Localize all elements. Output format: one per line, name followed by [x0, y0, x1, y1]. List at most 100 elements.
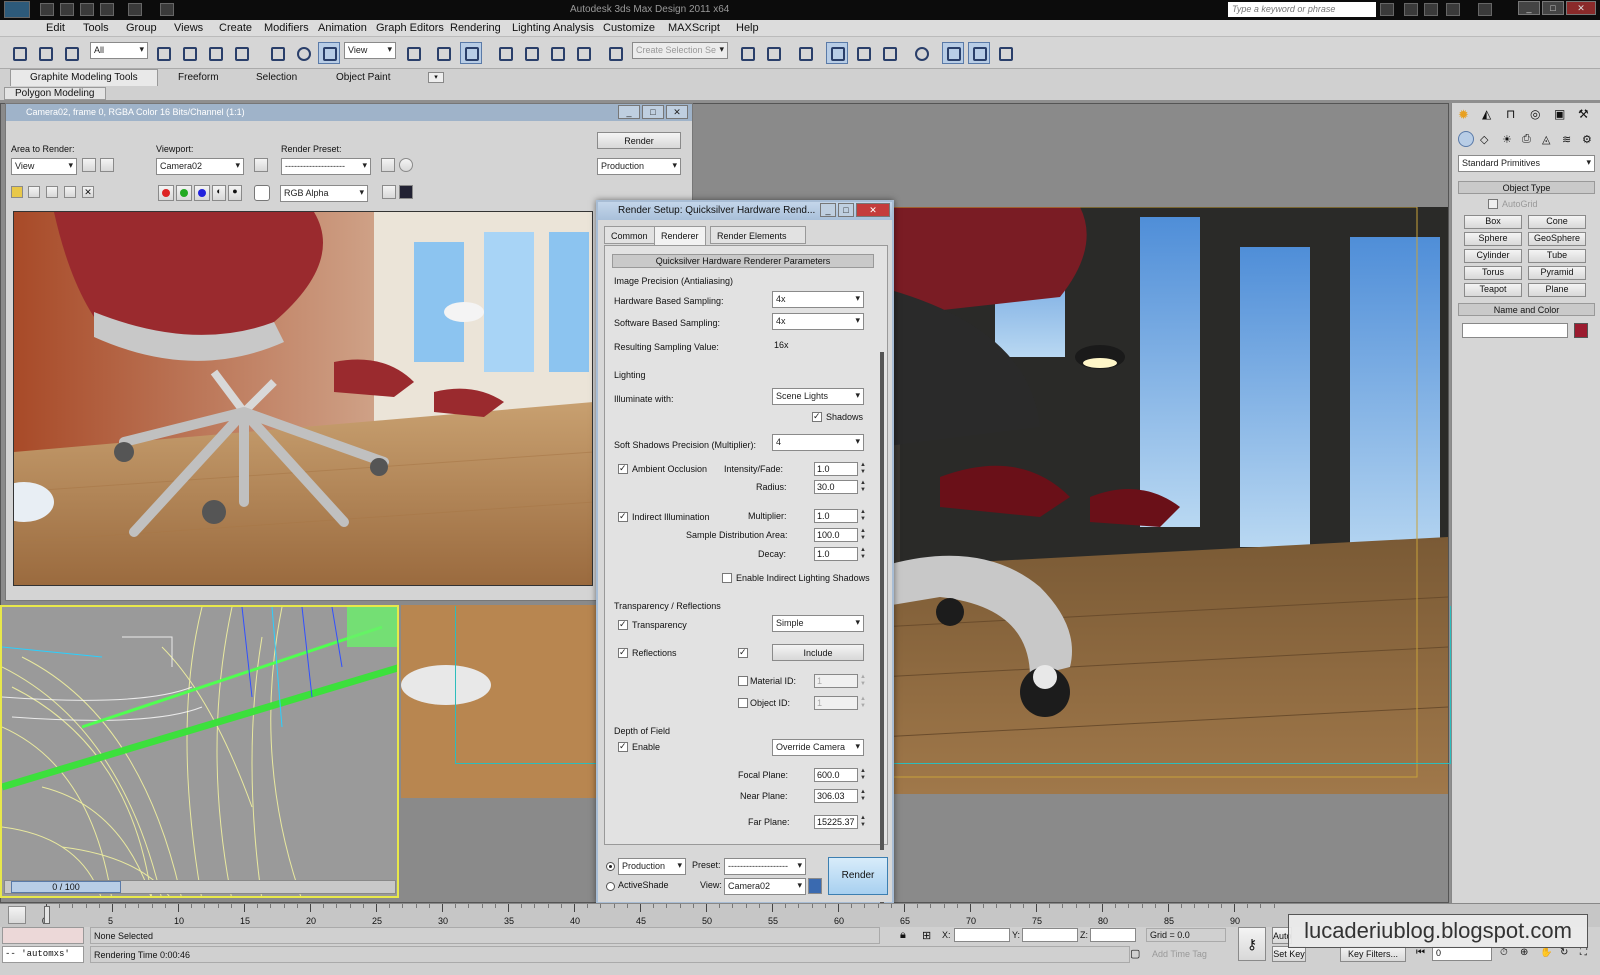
- motion-tab-icon[interactable]: ◎: [1530, 107, 1540, 121]
- helpers-category-icon[interactable]: ◬: [1542, 133, 1550, 146]
- indirect-shadows-checkbox[interactable]: [722, 573, 732, 583]
- focal-plane-input[interactable]: 600.0: [814, 768, 858, 782]
- scale-icon[interactable]: [318, 42, 340, 64]
- absolute-mode-icon[interactable]: ⊞: [922, 929, 931, 942]
- material-id-checkbox[interactable]: [738, 676, 748, 686]
- decay-input[interactable]: 1.0: [814, 547, 858, 561]
- object-color-swatch[interactable]: [1574, 323, 1588, 338]
- print-image-icon[interactable]: [64, 186, 76, 198]
- graphite-toggle-icon[interactable]: [826, 42, 848, 64]
- viewport-dropdown[interactable]: Camera02: [156, 158, 244, 175]
- ribbon-tab-graphite[interactable]: Graphite Modeling Tools: [30, 72, 138, 83]
- reflections-include-checkbox[interactable]: [738, 647, 748, 658]
- background-swatch[interactable]: [254, 185, 270, 201]
- teapot-button[interactable]: Teapot: [1464, 283, 1522, 297]
- rs-close-button[interactable]: ✕: [856, 203, 890, 217]
- redo-icon[interactable]: [128, 3, 142, 16]
- schematic-view-icon[interactable]: [878, 42, 900, 64]
- shapes-category-icon[interactable]: ◇: [1480, 133, 1488, 146]
- sample-area-spinner[interactable]: ▲ ▼: [860, 528, 867, 542]
- add-time-tag[interactable]: Add Time Tag: [1152, 949, 1207, 959]
- align-icon[interactable]: [762, 42, 784, 64]
- rendered-frame-window-icon[interactable]: [968, 42, 990, 64]
- radius-spinner[interactable]: ▲ ▼: [860, 480, 867, 494]
- decay-spinner[interactable]: ▲ ▼: [860, 547, 867, 561]
- menu-tools[interactable]: Tools: [83, 22, 109, 34]
- rotate-icon[interactable]: [292, 42, 314, 64]
- timeline-track[interactable]: 051015202530354045505560657075808590: [42, 904, 1286, 928]
- selection-filter-dropdown[interactable]: All: [90, 42, 148, 59]
- spinner-snap-icon[interactable]: [572, 42, 594, 64]
- autogrid-checkbox[interactable]: [1488, 199, 1498, 209]
- select-manipulate-icon[interactable]: [432, 42, 454, 64]
- y-coordinate-input[interactable]: [1022, 928, 1078, 942]
- tab-render-elements[interactable]: Render Elements: [710, 226, 806, 244]
- modify-tab-icon[interactable]: ◭: [1482, 107, 1491, 121]
- torus-button[interactable]: Torus: [1464, 266, 1522, 280]
- rs-minimize-button[interactable]: _: [820, 203, 836, 217]
- select-by-name-icon[interactable]: [178, 42, 200, 64]
- tab-renderer[interactable]: Renderer: [654, 226, 706, 245]
- blue-channel-toggle[interactable]: [194, 185, 210, 201]
- frame-slider[interactable]: 0 / 100: [4, 880, 396, 894]
- render-setup-small-icon[interactable]: [381, 158, 395, 172]
- frame-render-button[interactable]: Render: [597, 132, 681, 149]
- object-name-input[interactable]: [1462, 323, 1568, 338]
- communication-icon[interactable]: [1424, 3, 1438, 16]
- render-button[interactable]: Render: [828, 857, 888, 895]
- z-coordinate-input[interactable]: [1090, 928, 1136, 942]
- edit-region-icon[interactable]: [82, 158, 96, 172]
- copy-image-icon[interactable]: [28, 186, 40, 198]
- x-coordinate-input[interactable]: [954, 928, 1010, 942]
- cameras-category-icon[interactable]: ⎙: [1522, 133, 1531, 146]
- red-channel-toggle[interactable]: [158, 185, 174, 201]
- layer-manager-icon[interactable]: [794, 42, 816, 64]
- move-icon[interactable]: [266, 42, 288, 64]
- lights-category-icon[interactable]: ☀: [1502, 133, 1512, 146]
- plane-button[interactable]: Plane: [1528, 283, 1586, 297]
- set-key-button[interactable]: Set Key: [1272, 946, 1306, 962]
- area-to-render-dropdown[interactable]: View: [11, 158, 77, 175]
- toggle-ui-overlay-icon[interactable]: [382, 185, 396, 199]
- near-plane-spinner[interactable]: ▲ ▼: [860, 789, 867, 803]
- maxscript-listener-top[interactable]: [2, 927, 84, 944]
- menu-customize[interactable]: Customize: [603, 22, 655, 34]
- mirror-icon[interactable]: [736, 42, 758, 64]
- menu-animation[interactable]: Animation: [318, 22, 367, 34]
- menu-rendering[interactable]: Rendering: [450, 22, 501, 34]
- project-folder-icon[interactable]: [160, 3, 174, 16]
- undo-icon[interactable]: [100, 3, 114, 16]
- spacewarps-category-icon[interactable]: ≋: [1562, 133, 1571, 146]
- pyramid-button[interactable]: Pyramid: [1528, 266, 1586, 280]
- ambient-occlusion-checkbox[interactable]: [618, 463, 628, 474]
- menu-group[interactable]: Group: [126, 22, 157, 34]
- menu-create[interactable]: Create: [219, 22, 252, 34]
- far-plane-spinner[interactable]: ▲ ▼: [860, 815, 867, 829]
- snaps-toggle-icon[interactable]: [494, 42, 516, 64]
- ribbon-tab-selection[interactable]: Selection: [256, 72, 297, 83]
- zoom-icon[interactable]: ⊕: [1520, 947, 1528, 958]
- open-file-icon[interactable]: [60, 3, 74, 16]
- menu-modifiers[interactable]: Modifiers: [264, 22, 309, 34]
- maximize-button[interactable]: □: [1542, 1, 1564, 15]
- view-lock-icon[interactable]: [808, 878, 822, 894]
- curve-editor-icon[interactable]: [852, 42, 874, 64]
- ribbon-panel-polygon-modeling[interactable]: Polygon Modeling: [4, 87, 106, 100]
- indirect-illumination-checkbox[interactable]: [618, 511, 628, 522]
- reflections-checkbox[interactable]: [618, 647, 628, 658]
- box-button[interactable]: Box: [1464, 215, 1522, 229]
- object-id-input[interactable]: 1: [814, 696, 858, 710]
- named-selection-dropdown[interactable]: Create Selection Se: [632, 42, 728, 59]
- search-input[interactable]: Type a keyword or phrase: [1228, 2, 1376, 17]
- menu-edit[interactable]: Edit: [46, 22, 65, 34]
- render-production-icon[interactable]: [994, 42, 1016, 64]
- sample-area-input[interactable]: 100.0: [814, 528, 858, 542]
- unlink-icon[interactable]: [34, 42, 56, 64]
- object-id-spinner[interactable]: ▲ ▼: [860, 696, 867, 710]
- percent-snap-icon[interactable]: [546, 42, 568, 64]
- favorites-icon[interactable]: [1446, 3, 1460, 16]
- maximize-viewport-icon[interactable]: ⛶: [1580, 947, 1587, 958]
- auto-region-icon[interactable]: [100, 158, 114, 172]
- rollout-quicksilver-params[interactable]: Quicksilver Hardware Renderer Parameters: [612, 254, 874, 268]
- render-setup-icon[interactable]: [942, 42, 964, 64]
